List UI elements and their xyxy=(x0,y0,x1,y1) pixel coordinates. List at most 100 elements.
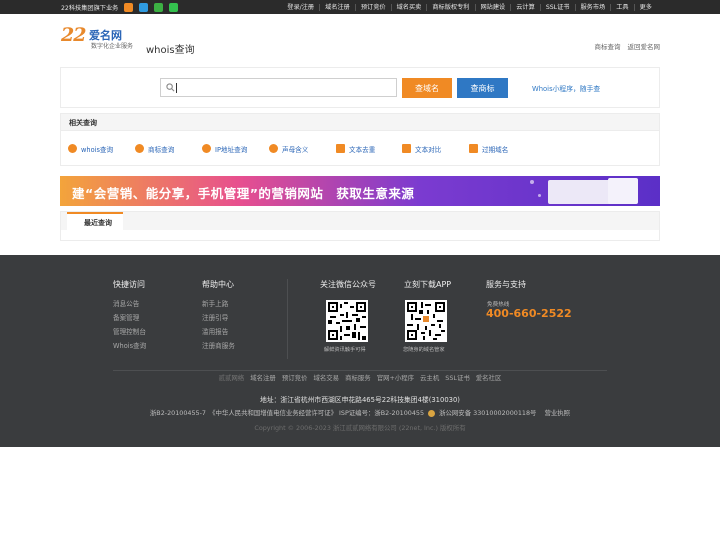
top-link-login[interactable]: 登录/注册 xyxy=(282,4,319,11)
top-bar: 22科技集团旗下业务 登录/注册 域名注册 预订竞价 域名买卖 商标版权专利 网… xyxy=(0,0,720,14)
recent-header: 最近查询 xyxy=(61,212,659,230)
top-link-more[interactable]: 更多 xyxy=(633,3,657,11)
mini-program-icon[interactable] xyxy=(154,2,164,12)
recent-title: 最近查询 xyxy=(84,219,112,227)
wechat-icon[interactable] xyxy=(169,2,179,12)
group-text: 22科技集团旗下业务 xyxy=(61,4,119,12)
decor-dot xyxy=(530,180,534,184)
footer-quick-access: 快捷访问 消息公告 备案管理 管理控制台 Whois查询 xyxy=(113,279,146,353)
police-record[interactable]: 浙公网安备 33010002000118号 xyxy=(439,409,536,417)
qr-code-image xyxy=(328,302,366,340)
footer-bar-link[interactable]: 域名注册 xyxy=(250,374,276,382)
footer-col-title: 快捷访问 xyxy=(113,280,145,289)
related-item-label: 过期域名 xyxy=(482,145,509,154)
footer-link[interactable]: 管理控制台 xyxy=(113,325,146,339)
related-item-whois[interactable]: whois查询 xyxy=(68,143,135,154)
footer-link[interactable]: 新手上路 xyxy=(202,297,235,311)
related-item-label: 文本对比 xyxy=(415,145,442,154)
footer-link[interactable]: 备案管理 xyxy=(113,311,146,325)
brand-icon[interactable] xyxy=(124,2,134,12)
top-link-reserve[interactable]: 预订竞价 xyxy=(354,3,391,11)
copyright: Copyright © 2006-2023 浙江贰贰网络有限公司 (22net,… xyxy=(254,424,466,432)
footer-divider xyxy=(287,279,288,359)
footer-bar-link[interactable]: SSL证书 xyxy=(445,374,469,382)
search-trademark-button[interactable]: 查商标 xyxy=(457,78,508,98)
related-item-label: IP地址查询 xyxy=(215,145,248,154)
logo[interactable]: 22 爱名网 数字化企业服务 xyxy=(61,24,147,52)
footer-bar-link[interactable]: 商标服务 xyxy=(345,374,371,382)
decor-dot xyxy=(538,194,541,197)
footer-col-title: 立刻下载APP xyxy=(404,280,452,289)
search-panel: 查域名 查商标 Whois小程序，随手查 xyxy=(60,67,660,108)
footer-bar-link[interactable]: 官网+小程序 xyxy=(377,374,414,382)
logo-tagline: 数字化企业服务 xyxy=(91,43,134,50)
footer-help-center: 帮助中心 新手上路 注册引导 滥用报告 注册商服务 xyxy=(202,279,235,353)
footer-col-title: 服务与支持 xyxy=(486,280,526,289)
search-domain-button[interactable]: 查域名 xyxy=(402,78,452,98)
top-link-website[interactable]: 网站建设 xyxy=(474,3,511,11)
trademark-search-link[interactable]: 商标查询 xyxy=(595,41,621,51)
search-icon xyxy=(166,83,175,92)
footer-bar-link[interactable]: 云主机 xyxy=(420,374,439,382)
related-item-ip[interactable]: IP地址查询 xyxy=(202,143,269,154)
initials-icon xyxy=(269,144,278,153)
related-item-diff[interactable]: 文本对比 xyxy=(402,143,469,154)
footer-bar-link[interactable]: 域名交易 xyxy=(313,374,339,382)
whois-icon xyxy=(68,144,77,153)
footer-divider xyxy=(113,370,607,371)
back-home-link[interactable]: 返回爱名网 xyxy=(628,41,661,51)
related-title: 相关查询 xyxy=(69,119,97,127)
icp-info: 浙B2-20100455-7 《中华人民共和国增值电信业务经营许可证》 ISP证… xyxy=(0,408,720,417)
wechat-qr-code xyxy=(326,300,368,342)
top-link-domain-register[interactable]: 域名注册 xyxy=(319,3,355,11)
footer-bar-link[interactable]: 预订竞价 xyxy=(282,374,308,382)
related-item-trademark[interactable]: 商标查询 xyxy=(135,143,202,154)
footer-col-title: 帮助中心 xyxy=(202,280,234,289)
header-links: 商标查询 返回爱名网 xyxy=(595,41,661,51)
app-qr-code xyxy=(405,300,447,342)
whois-mini-program-link[interactable]: Whois小程序，随手查 xyxy=(532,83,600,93)
app-qr-caption: 您随身的域名管家 xyxy=(403,347,445,353)
footer-bar-link[interactable]: 爱名社区 xyxy=(476,374,502,382)
page-title: whois查询 xyxy=(146,45,195,56)
top-link-trademark[interactable]: 商标版权专利 xyxy=(426,3,474,11)
dedupe-icon xyxy=(336,144,345,153)
footer-link[interactable]: 滥用报告 xyxy=(202,325,235,339)
search-input[interactable] xyxy=(160,78,397,97)
diff-icon xyxy=(402,144,411,153)
logo-number: 22 xyxy=(61,24,86,46)
mobile-icon[interactable] xyxy=(139,2,149,12)
footer-app: 立刻下载APP xyxy=(404,279,451,297)
top-link-market[interactable]: 服务市场 xyxy=(574,3,611,11)
related-item-dedupe[interactable]: 文本去重 xyxy=(336,143,402,154)
icp-license[interactable]: 浙B2-20100455-7 《中华人民共和国增值电信业务经营许可证》 ISP证… xyxy=(150,409,424,417)
ip-icon xyxy=(202,144,211,153)
top-link-domain-trade[interactable]: 域名买卖 xyxy=(390,3,427,11)
footer-link[interactable]: Whois查询 xyxy=(113,339,146,353)
hotline-number[interactable]: 400-660-2522 xyxy=(486,307,572,320)
trademark-icon xyxy=(135,144,144,153)
related-list: whois查询 商标查询 IP地址查询 声母含义 文本去重 文本对比 过期域名 xyxy=(68,143,536,154)
group-info: 22科技集团旗下业务 xyxy=(61,0,179,14)
footer-link[interactable]: 注册商服务 xyxy=(202,339,235,353)
related-item-label: 声母含义 xyxy=(282,145,309,154)
tab-recent[interactable]: 最近查询 xyxy=(67,212,123,230)
footer-col-title: 关注微信公众号 xyxy=(320,280,376,289)
promo-banner[interactable]: 建“会营销、能分享，手机管理”的营销网站 获取生意来源 xyxy=(60,176,660,206)
footer-bar-label: 贰贰网络 xyxy=(218,374,245,382)
wechat-qr-caption: 解鲜资讯触手可得 xyxy=(324,347,366,353)
related-item-expired[interactable]: 过期域名 xyxy=(469,143,536,154)
related-item-label: whois查询 xyxy=(81,145,114,154)
footer-link[interactable]: 注册引导 xyxy=(202,311,235,325)
footer-link[interactable]: 消息公告 xyxy=(113,297,146,311)
related-item-label: 文本去重 xyxy=(349,145,376,154)
related-header: 相关查询 xyxy=(61,114,659,131)
related-item-initials[interactable]: 声母含义 xyxy=(269,143,336,154)
recent-queries: 最近查询 xyxy=(60,211,660,241)
footer-wechat: 关注微信公众号 xyxy=(320,279,376,297)
top-link-tools[interactable]: 工具 xyxy=(610,3,633,11)
banner-phone-image xyxy=(608,178,638,204)
top-link-cloud[interactable]: 云计算 xyxy=(510,3,540,11)
business-license-link[interactable]: 营业执照 xyxy=(545,409,571,417)
top-link-ssl[interactable]: SSL证书 xyxy=(539,3,575,11)
